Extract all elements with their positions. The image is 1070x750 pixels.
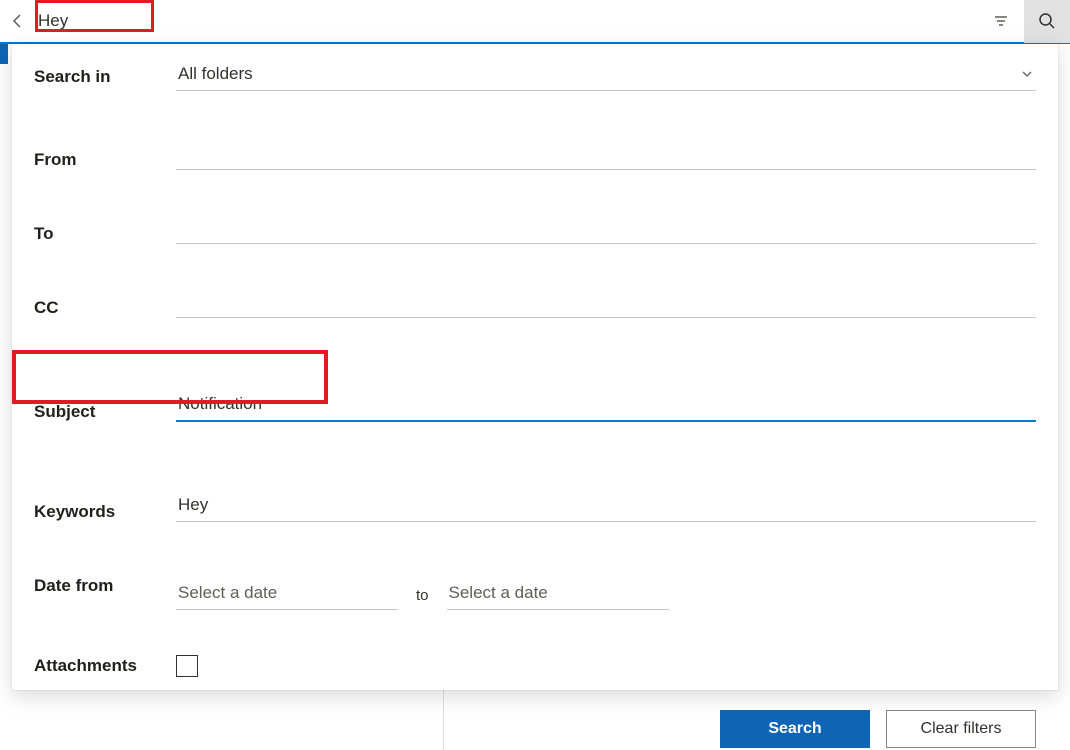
date-to-field[interactable] bbox=[447, 583, 669, 610]
keywords-row: Keywords bbox=[34, 464, 1036, 522]
search-icon bbox=[1038, 12, 1056, 30]
subject-row: Subject bbox=[34, 364, 1036, 422]
from-label: From bbox=[34, 150, 176, 170]
arrow-left-icon bbox=[10, 13, 26, 29]
to-label: To bbox=[34, 224, 176, 244]
cc-label: CC bbox=[34, 298, 176, 318]
execute-search-button[interactable] bbox=[1024, 0, 1070, 43]
date-separator: to bbox=[398, 587, 447, 610]
attachments-label: Attachments bbox=[34, 656, 176, 676]
attachments-row: Attachments bbox=[34, 646, 1036, 686]
chevron-down-icon bbox=[1020, 67, 1034, 81]
date-row: Date from to bbox=[34, 562, 1036, 610]
to-input[interactable] bbox=[176, 213, 1036, 244]
search-button[interactable]: Search bbox=[720, 710, 870, 748]
filter-icon bbox=[993, 13, 1009, 29]
keywords-label: Keywords bbox=[34, 502, 176, 522]
from-row: From bbox=[34, 112, 1036, 170]
filter-button[interactable] bbox=[978, 0, 1024, 43]
subject-label: Subject bbox=[34, 402, 176, 422]
search-query-input[interactable] bbox=[32, 6, 152, 36]
advanced-search-panel: Search in All folders From To CC Subject bbox=[12, 44, 1058, 690]
subject-input[interactable] bbox=[176, 390, 1036, 422]
date-to-input[interactable] bbox=[449, 583, 670, 603]
to-row: To bbox=[34, 186, 1036, 244]
search-in-label: Search in bbox=[34, 67, 176, 87]
search-in-value: All folders bbox=[178, 64, 1020, 84]
action-buttons: Search Clear filters bbox=[34, 686, 1036, 748]
back-button[interactable] bbox=[4, 0, 32, 43]
date-from-label: Date from bbox=[34, 576, 176, 596]
cc-input[interactable] bbox=[176, 287, 1036, 318]
top-bar-actions bbox=[978, 0, 1070, 42]
search-top-bar bbox=[0, 0, 1070, 44]
search-in-row: Search in All folders bbox=[34, 58, 1036, 96]
date-from-input[interactable] bbox=[178, 583, 399, 603]
search-in-dropdown[interactable]: All folders bbox=[176, 64, 1036, 91]
clear-filters-button[interactable]: Clear filters bbox=[886, 710, 1036, 748]
cc-row: CC bbox=[34, 260, 1036, 318]
keywords-input[interactable] bbox=[176, 491, 1036, 522]
date-from-field[interactable] bbox=[176, 583, 398, 610]
from-input[interactable] bbox=[176, 139, 1036, 170]
attachments-checkbox[interactable] bbox=[176, 655, 198, 677]
background-ribbon bbox=[0, 44, 8, 64]
